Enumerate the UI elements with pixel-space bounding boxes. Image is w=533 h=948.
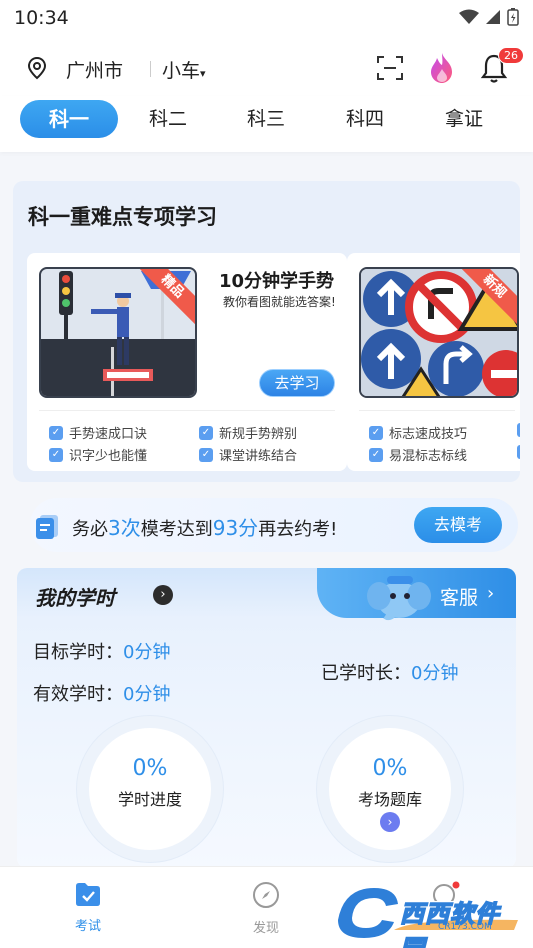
feature-item: ✓ 识字少也能懂 (49, 445, 147, 464)
progress-label: 学时进度 (117, 790, 182, 809)
feature-label: 手势速成口诀 (69, 427, 148, 442)
reminder-text: 务必3次模考达到93分再去约考! (72, 512, 337, 541)
divider (359, 410, 515, 411)
scan-icon[interactable] (376, 54, 404, 82)
check-icon: ✓ (199, 425, 213, 440)
watermark-logo: 西西软件园 CR173.COM (334, 880, 518, 948)
watermark-sub: CR173.COM (438, 922, 492, 932)
feature-label: 课堂讲练结合 (219, 449, 298, 464)
signal-icon (486, 10, 500, 24)
feature-label: 新规手势辨别 (219, 427, 298, 442)
course-headline: 10分钟学手势 (219, 271, 335, 292)
elephant-mascot-icon (367, 576, 431, 621)
status-icons (459, 8, 519, 26)
study-hours-card: 我的学时 › 客服 › 目标学时：0分钟 有效学时：0分钟 已学时长：0分钟 0… (17, 568, 516, 868)
reminder-suffix: 再去约考! (258, 519, 338, 540)
feature-item: ✓ 手势速成口诀 (49, 423, 147, 442)
fire-icon[interactable] (428, 52, 456, 84)
go-study-button[interactable]: 去学习 (259, 369, 335, 397)
chevron-right-icon: › (487, 583, 495, 604)
check-icon: ✓ (199, 447, 213, 462)
target-hours-value: 0分钟 (123, 642, 171, 663)
compass-icon (253, 882, 279, 908)
document-icon (36, 515, 58, 539)
feature-item: ✓ 新规手势辨别 (199, 423, 297, 442)
notification-badge: 26 (498, 47, 524, 64)
feature-label: 标志速成技巧 (389, 427, 468, 442)
effective-hours: 有效学时：0分钟 (33, 680, 170, 706)
watermark-text: 西西软件园 (399, 899, 500, 948)
reminder-prefix: 务必 (72, 519, 108, 540)
target-hours: 目标学时：0分钟 (33, 638, 170, 664)
tab-ke-si[interactable]: 科四 (333, 100, 397, 138)
top-bar: 广州市 小车▾ 26 (0, 36, 533, 96)
check-icon: ✓ (517, 445, 520, 459)
reminder-times: 3次 (108, 516, 141, 540)
check-icon: ✓ (517, 423, 520, 437)
chevron-down-icon: ▾ (200, 67, 206, 80)
tab-na-zheng[interactable]: 拿证 (432, 100, 496, 138)
feature-label: 识字少也能懂 (69, 449, 148, 464)
feature-item: ✓ 标志速成技巧 (369, 423, 467, 442)
chevron-right-icon[interactable]: › (153, 585, 173, 605)
question-bank-ring[interactable]: 0% 考场题库 › (317, 716, 463, 862)
reminder-mid: 模考达到 (140, 519, 213, 540)
location-icon[interactable] (26, 56, 48, 80)
progress-percent: 0% (132, 756, 168, 781)
go-mock-exam-button[interactable]: 去模考 (414, 507, 502, 543)
gesture-course-card[interactable]: 精品 10分钟学手势 教你看图就能选答案! 去学习 ✓ 手势速成口诀 ✓ 新规手势辨… (27, 253, 347, 471)
question-bank-label: 考场题库 (357, 790, 422, 809)
progress-ring[interactable]: 0% 学时进度 (77, 716, 223, 862)
check-icon: ✓ (49, 425, 63, 440)
customer-service-label: 客服 (440, 587, 479, 609)
nav-exam-label: 考试 (74, 919, 101, 934)
sign-course-card[interactable]: 新规 ✓ 标志速成技巧 ✓ 易混标志标线 ✓ ✓ (347, 253, 520, 471)
mock-exam-reminder: 务必3次模考达到93分再去约考! 去模考 (30, 498, 518, 552)
subject-tabs: 科一 科二 科三 科四 拿证 (0, 96, 533, 152)
studied-duration-value: 0分钟 (411, 663, 459, 684)
gesture-illustration: 精品 (39, 267, 197, 398)
feature-label: 易混标志标线 (389, 449, 468, 464)
car-type-selector[interactable]: 小车▾ (162, 56, 206, 83)
chevron-right-icon[interactable]: › (380, 812, 400, 832)
study-title: 科一重难点专项学习 (28, 205, 217, 229)
city-selector[interactable]: 广州市 (66, 56, 123, 83)
check-icon: ✓ (49, 447, 63, 462)
target-hours-label: 目标学时： (33, 642, 123, 663)
course-description: 教你看图就能选答案! (223, 295, 336, 309)
tab-ke-er[interactable]: 科二 (136, 100, 200, 138)
check-icon: ✓ (369, 425, 383, 440)
status-bar: 10:34 (0, 0, 533, 36)
effective-hours-label: 有效学时： (33, 684, 123, 705)
nav-discover-label: 发现 (252, 921, 279, 936)
studied-duration: 已学时长：0分钟 (321, 659, 458, 685)
studied-duration-label: 已学时长： (321, 663, 411, 684)
nav-exam[interactable]: 考试 (58, 881, 118, 934)
my-hours-title[interactable]: 我的学时 (35, 582, 115, 611)
nav-discover[interactable]: 发现 (236, 881, 296, 936)
exam-icon (76, 883, 100, 906)
car-type-label: 小车 (162, 60, 201, 82)
battery-icon (507, 8, 519, 26)
tab-ke-san[interactable]: 科三 (234, 100, 298, 138)
question-bank-percent: 0% (372, 756, 408, 781)
feature-item: ✓ 课堂讲练结合 (199, 445, 297, 464)
traffic-sign-illustration: 新规 (359, 267, 519, 398)
divider (39, 410, 335, 411)
feature-item: ✓ 易混标志标线 (369, 445, 467, 464)
status-time: 10:34 (14, 7, 69, 29)
reminder-score: 93分 (212, 516, 259, 540)
check-icon: ✓ (369, 447, 383, 462)
effective-hours-value: 0分钟 (123, 684, 171, 705)
study-section: 科一重难点专项学习 精品 10分钟学手势 教你看图就能选答案! 去学习 ✓ 手势… (13, 181, 520, 482)
divider (150, 61, 151, 77)
tab-ke-yi[interactable]: 科一 (20, 100, 118, 138)
wifi-icon (459, 9, 479, 24)
